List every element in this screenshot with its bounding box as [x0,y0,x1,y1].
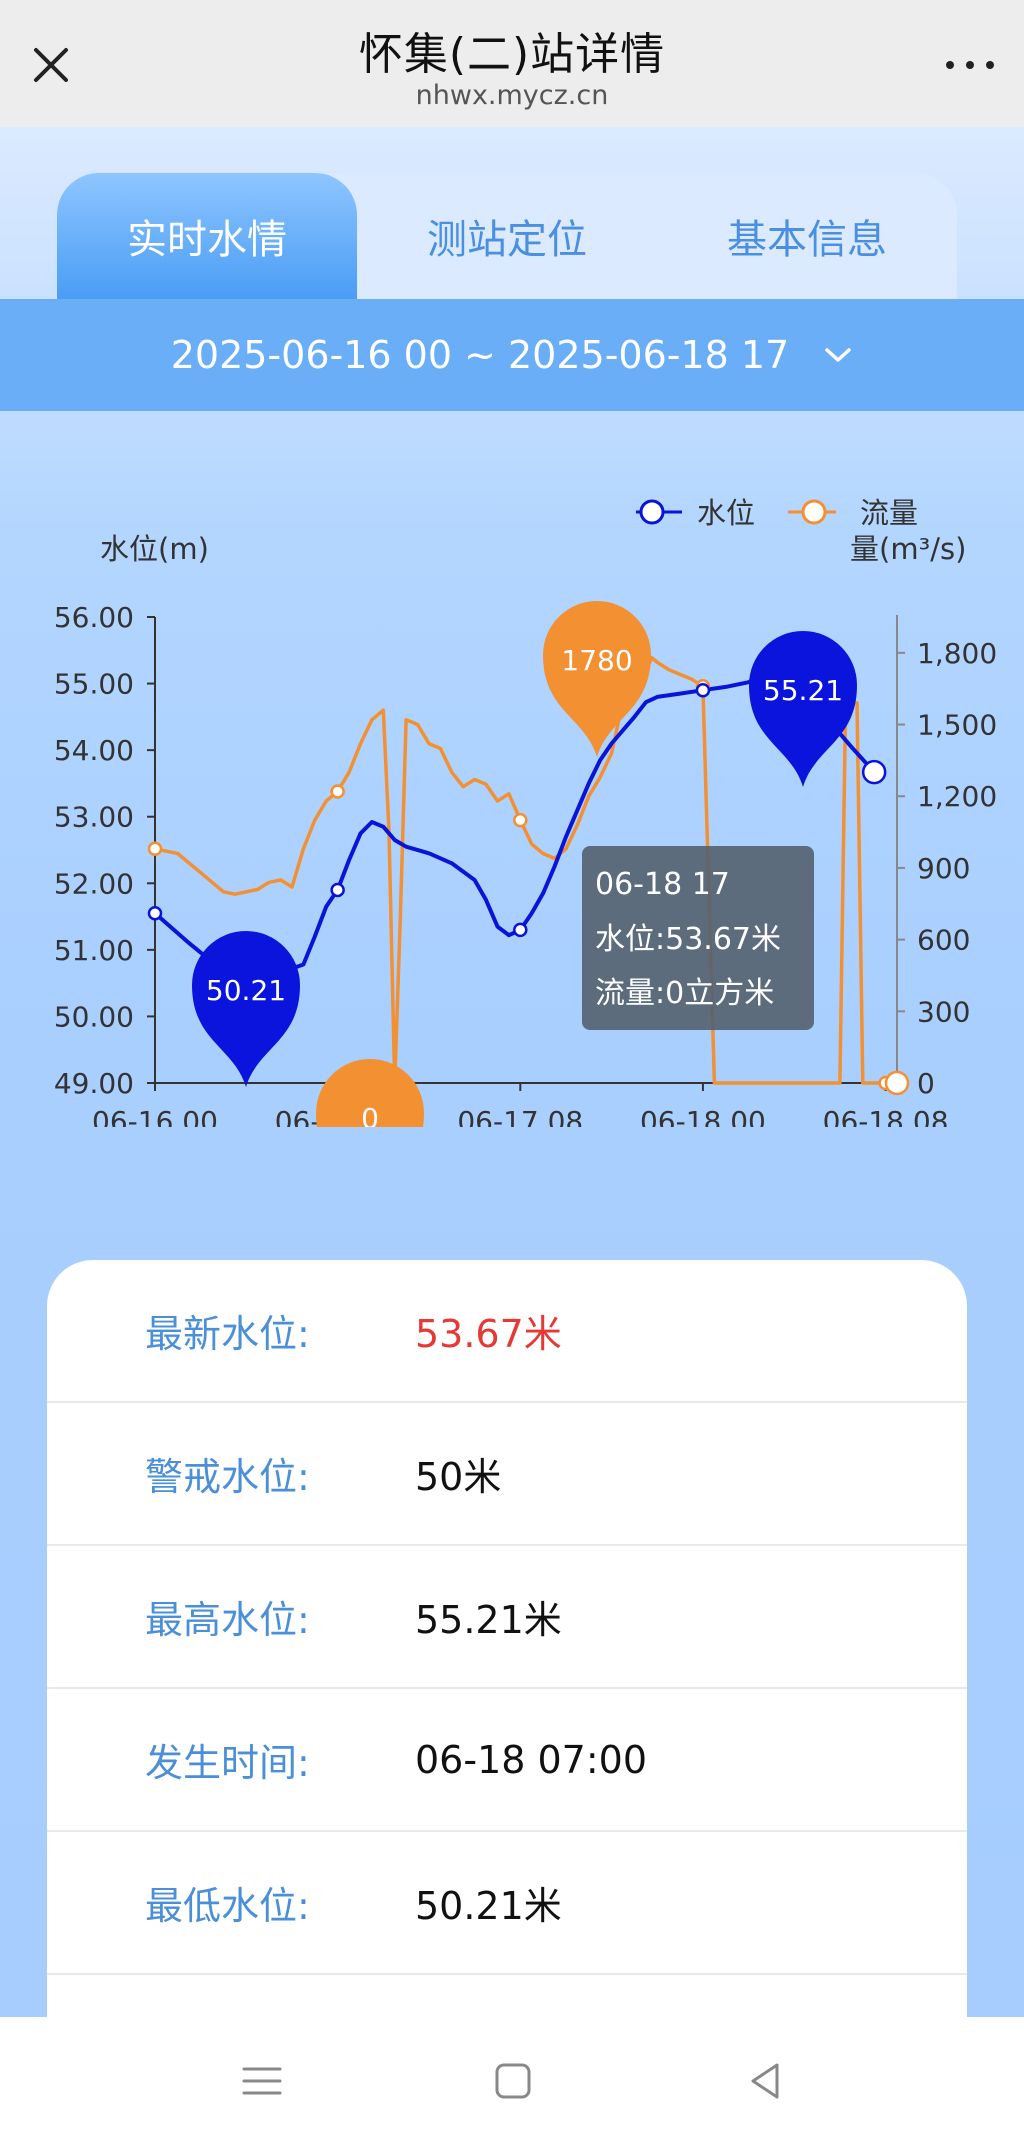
pin-min-flow: 0 [316,1059,424,1127]
x-tick-label: 06-18 08 [823,1105,949,1127]
info-label: 警戒水位: [145,1455,310,1499]
pin-min-level: 50.21 [192,931,300,1087]
y-right-axis-label: 量(m³/s) [850,532,966,566]
legend: 水位 流量 [636,496,918,530]
x-tick-label: 06-17 08 [457,1105,583,1127]
info-value: 50.21米 [415,1884,562,1928]
page-url: nhwx.mycz.cn [415,80,609,111]
info-value: 06-18 07:00 [415,1737,648,1782]
menu-icon[interactable] [240,2059,284,2103]
y-right-ticks: 1,800 1,500 1,200 900 600 300 0 [897,637,997,1100]
info-value: 53.67米 [415,1312,562,1356]
back-icon[interactable] [745,2059,789,2103]
flow-marker [147,841,163,857]
y-left-tick-label: 54.00 [54,734,134,767]
x-tick-label: 06-18 00 [640,1105,766,1127]
y-left-tick-label: 49.00 [54,1067,134,1100]
date-range-selector[interactable]: 2025-06-16 00 ~ 2025-06-18 17 [0,299,1024,411]
y-left-tick-label: 50.00 [54,1000,134,1033]
tab-basic-info[interactable]: 基本信息 [657,173,957,299]
tab-realtime[interactable]: 实时水情 [57,173,357,299]
level-marker [330,882,345,898]
legend-water-level: 水位 [697,496,755,530]
info-card: 最新水位: 53.67米 警戒水位: 50米 最高水位: 55.21米 发生时间… [47,1260,967,2017]
y-right-tick-label: 1,200 [917,780,997,813]
flow-marker [513,812,528,828]
y-left-tick-label: 52.00 [54,867,134,900]
info-label: 最新水位: [145,1312,310,1356]
info-row-occur-time: 发生时间: 06-18 07:00 [47,1689,967,1832]
y-right-tick-label: 900 [917,852,970,885]
info-row-max-level: 最高水位: 55.21米 [47,1546,967,1689]
pin-max-level-label: 55.21 [763,674,843,707]
y-left-tick-label: 51.00 [54,934,134,967]
info-row-min-level: 最低水位: 50.21米 [47,1832,967,1975]
info-row-warning-level: 警戒水位: 50米 [47,1403,967,1546]
home-icon[interactable] [491,2059,535,2103]
x-tick-label: 06-16 16 [275,1105,401,1127]
y-left-tick-label: 55.00 [54,668,134,701]
flow-series-line [154,655,897,1085]
y-right-tick-label: 1,500 [917,709,997,742]
info-label: 发生时间: [145,1741,310,1785]
info-value: 55.21米 [415,1598,562,1642]
header-bar: 怀集(二)站详情 nhwx.mycz.cn [0,0,1024,127]
y-right-tick-label: 0 [917,1067,935,1100]
level-marker [861,759,887,785]
info-label: 最低水位: [145,1884,310,1928]
level-marker [147,905,163,921]
pin-max-flow: 1780 [543,601,651,757]
tooltip-flow: 流量:0立方米 [595,976,774,1011]
pin-min-flow-label: 0 [361,1102,379,1127]
x-tick-label: 06-16 00 [92,1105,218,1127]
tooltip-time: 06-18 17 [595,867,730,902]
y-left-tick-label: 53.00 [54,801,134,834]
flow-markers [147,679,910,1096]
info-row-latest-level: 最新水位: 53.67米 [47,1260,967,1403]
flow-marker [695,679,711,694]
level-markers [147,682,887,938]
y-left-ticks: 56.00 55.00 54.00 53.00 52.00 51.00 50.00 49.00 [54,601,155,1100]
legend-flow: 流量 [860,496,918,530]
level-marker [695,682,711,698]
info-value: 50米 [415,1455,502,1499]
flow-marker [330,784,345,799]
x-ticks: 06-16 00 06-16 16 06-17 08 06-18 00 06-18 08 [92,1083,949,1127]
tab-bar: 实时水情 测站定位 基本信息 [57,173,957,299]
tab-location[interactable]: 测站定位 [357,173,657,299]
y-left-axis-label: 水位(m) [100,532,209,566]
y-right-tick-label: 600 [917,924,970,957]
y-left-tick-label: 56.00 [54,601,134,634]
info-label: 最高水位: [145,1598,310,1642]
tooltip-level: 水位:53.67米 [595,922,781,957]
chevron-down-icon [825,348,852,362]
level-marker [513,922,528,938]
page-title: 怀集(二)站详情 [358,29,666,80]
main-content: 实时水情 测站定位 基本信息 2025-06-16 00 ~ 2025-06-1… [0,127,1024,2017]
pin-min-level-label: 50.21 [206,974,286,1007]
pin-max-level: 55.21 [749,631,857,787]
y-right-tick-label: 1,800 [917,637,997,670]
y-right-tick-label: 300 [917,995,970,1028]
level-series-line [153,667,876,1004]
more-menu-icon[interactable] [940,42,1000,88]
flow-marker [884,1070,910,1096]
pin-max-flow-label: 1780 [561,644,632,677]
date-range-text: 2025-06-16 00 ~ 2025-06-18 17 [170,333,790,377]
flow-marker [878,1075,893,1091]
system-nav-bar [0,2017,1024,2142]
chart-tooltip: 06-18 17 水位:53.67米 流量:0立方米 [582,846,814,1030]
